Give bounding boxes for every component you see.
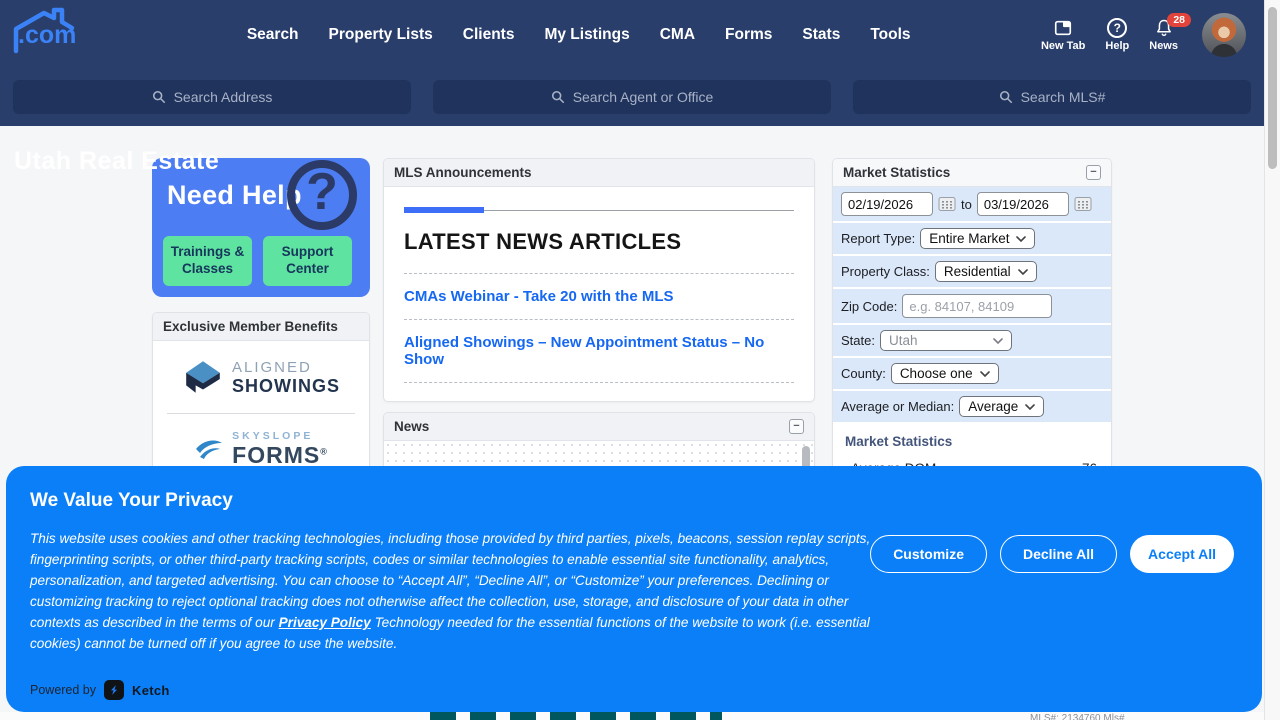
new-tab-icon xyxy=(1052,18,1074,38)
user-avatar[interactable] xyxy=(1202,13,1246,57)
top-nav-bar: Utah Real Estate.com Search Property Lis… xyxy=(0,0,1264,70)
powered-by-label: Powered by xyxy=(30,683,96,697)
privacy-policy-link[interactable]: Privacy Policy xyxy=(279,615,371,630)
top-header: Utah Real Estate.com Search Property Lis… xyxy=(0,0,1264,126)
ketch-icon xyxy=(104,680,124,700)
help-button[interactable]: ? Help xyxy=(1105,18,1129,52)
news-badge: 28 xyxy=(1167,13,1191,27)
new-tab-label: New Tab xyxy=(1041,40,1085,52)
agent-search: Search Agent or Office xyxy=(433,80,831,114)
utility-buttons: New Tab ? Help 28 News xyxy=(1041,13,1246,57)
consent-title: We Value Your Privacy xyxy=(30,490,233,512)
consent-body: This website uses cookies and other trac… xyxy=(30,528,882,654)
nav-stats[interactable]: Stats xyxy=(802,26,840,44)
address-search: Search Address xyxy=(13,80,411,114)
help-icon: ? xyxy=(1107,18,1127,38)
news-label: News xyxy=(1149,40,1178,52)
page-scrollbar-thumb[interactable] xyxy=(1268,7,1277,169)
new-tab-button[interactable]: New Tab xyxy=(1041,18,1085,52)
main-nav: Search Property Lists Clients My Listing… xyxy=(116,26,1041,44)
cookie-consent-banner: We Value Your Privacy This website uses … xyxy=(6,466,1262,712)
mls-search-input[interactable] xyxy=(853,80,1251,114)
search-bar-row: Search Address Search Agent or Office Se… xyxy=(0,70,1264,114)
house-outline-icon xyxy=(10,5,80,55)
site-logo[interactable]: Utah Real Estate.com xyxy=(14,21,76,50)
news-button[interactable]: 28 News xyxy=(1149,18,1178,52)
agent-search-input[interactable] xyxy=(433,80,831,114)
nav-clients[interactable]: Clients xyxy=(463,26,515,44)
customize-button[interactable]: Customize xyxy=(870,535,987,573)
help-label: Help xyxy=(1105,40,1129,52)
consent-buttons: Customize Decline All Accept All xyxy=(870,535,1234,573)
accept-all-button[interactable]: Accept All xyxy=(1130,535,1234,573)
nav-forms[interactable]: Forms xyxy=(725,26,772,44)
nav-property-lists[interactable]: Property Lists xyxy=(329,26,433,44)
ketch-label[interactable]: Ketch xyxy=(132,683,170,698)
decline-all-button[interactable]: Decline All xyxy=(1000,535,1117,573)
nav-my-listings[interactable]: My Listings xyxy=(544,26,629,44)
nav-search[interactable]: Search xyxy=(247,26,299,44)
page-scrollbar[interactable] xyxy=(1264,0,1280,720)
address-search-input[interactable] xyxy=(13,80,411,114)
nav-cma[interactable]: CMA xyxy=(660,26,695,44)
powered-by: Powered by Ketch xyxy=(30,680,170,700)
mls-search: Search MLS# xyxy=(853,80,1251,114)
nav-tools[interactable]: Tools xyxy=(870,26,910,44)
